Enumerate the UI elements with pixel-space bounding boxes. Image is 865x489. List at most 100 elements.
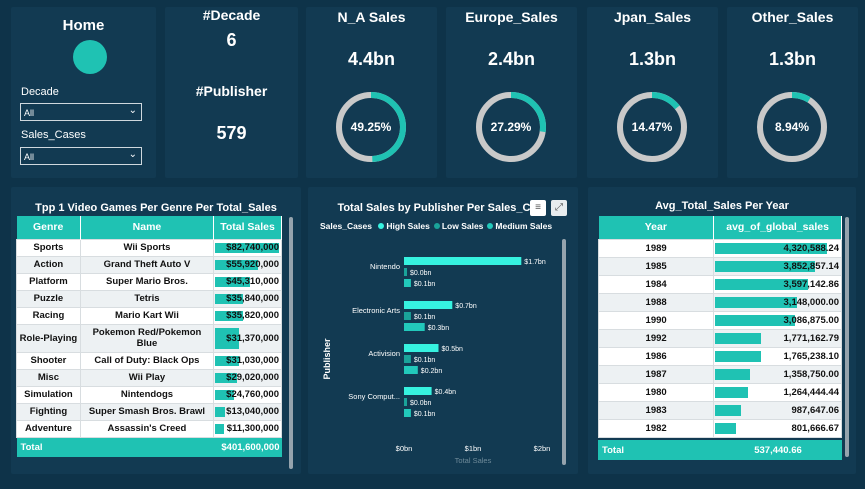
- decade-count-value: 6: [226, 30, 237, 50]
- vertical-scrollbar[interactable]: [562, 239, 566, 465]
- bar[interactable]: [404, 301, 453, 309]
- donut-percent-label: 49.25%: [351, 120, 392, 134]
- total-sales-value: $45,310,000: [226, 276, 279, 287]
- table-row[interactable]: Racing Mario Kart Wii $35,820,000: [16, 306, 282, 325]
- metric-title: Europe_Sales: [465, 9, 558, 25]
- metric-card: Jpan_Sales 1.3bn 14.47%: [587, 7, 718, 178]
- column-header-genre[interactable]: Genre: [16, 216, 81, 239]
- bar[interactable]: [404, 355, 411, 363]
- column-header-total-sales[interactable]: Total Sales: [213, 216, 282, 239]
- vertical-scrollbar[interactable]: [845, 217, 849, 457]
- table-row[interactable]: Action Grand Theft Auto V $55,920,000: [16, 255, 282, 274]
- table-row[interactable]: 1986 1,765,238.10: [598, 346, 842, 366]
- avg-sales-value: 3,852,857.14: [783, 260, 839, 272]
- column-header-name[interactable]: Name: [80, 216, 215, 239]
- category-label: Sony Comput...: [348, 392, 400, 401]
- decade-count-title: #Decade: [202, 7, 261, 23]
- avg-sales-cell: 801,666.67: [713, 418, 842, 438]
- year-cell: 1983: [598, 400, 715, 420]
- data-bar: [215, 406, 226, 417]
- avg-sales-cell: 3,852,857.14: [713, 256, 842, 276]
- table-row[interactable]: Sports Wii Sports $82,740,000: [16, 238, 282, 257]
- bar[interactable]: [404, 279, 411, 287]
- table-row[interactable]: 1984 3,597,142.86: [598, 274, 842, 294]
- year-cell: 1989: [598, 238, 715, 258]
- total-label: Total: [16, 437, 81, 457]
- x-tick-label: $0bn: [396, 444, 413, 453]
- chevron-down-icon: ⌄: [128, 149, 137, 160]
- avg-sales-cell: 3,597,142.86: [713, 274, 842, 294]
- home-button[interactable]: [73, 40, 107, 74]
- table-row[interactable]: Adventure Assassin's Creed $11,300,000: [16, 419, 282, 438]
- table-row[interactable]: 1990 3,086,875.00: [598, 310, 842, 330]
- bar[interactable]: [404, 323, 425, 331]
- genre-table: Genre Name Total Sales Sports Wii Sports…: [16, 216, 282, 457]
- bar[interactable]: [404, 257, 522, 265]
- table-row[interactable]: 1988 3,148,000.00: [598, 292, 842, 312]
- data-bar: [715, 314, 795, 326]
- avg-sales-value: 801,666.67: [791, 422, 839, 434]
- data-label: $0.0bn: [410, 400, 432, 407]
- table-row[interactable]: 1987 1,358,750.00: [598, 364, 842, 384]
- publisher-count-title: #Publisher: [195, 83, 268, 99]
- total-sales-value: $55,920,000: [226, 259, 279, 270]
- bar[interactable]: [404, 312, 411, 320]
- category-label: Activision: [368, 349, 400, 358]
- expand-icon[interactable]: ⤢: [551, 200, 567, 216]
- data-label: $0.7bn: [455, 303, 477, 310]
- counts-card: #Decade 6 #Publisher 579: [165, 7, 298, 178]
- year-table-viewport: Year avg_of_global_sales 1989 4,320,588.…: [598, 216, 842, 464]
- table-row[interactable]: 1985 3,852,857.14: [598, 256, 842, 276]
- bar[interactable]: [404, 387, 432, 395]
- table-row[interactable]: Fighting Super Smash Bros. Brawl $13,040…: [16, 402, 282, 421]
- metric-card: N_A Sales 4.4bn 49.25%: [306, 7, 437, 178]
- column-header-avg-global-sales[interactable]: avg_of_global_sales: [713, 216, 842, 239]
- name-cell: Mario Kart Wii: [79, 306, 215, 325]
- total-sales-cell: $11,300,000: [213, 419, 282, 438]
- metric-card: Other_Sales 1.3bn 8.94%: [727, 7, 858, 178]
- decade-dropdown[interactable]: All ⌄: [20, 103, 142, 121]
- filter-icon[interactable]: ≡: [530, 200, 546, 216]
- percent-donut: 27.29%: [476, 92, 546, 162]
- data-bar: [715, 386, 748, 398]
- avg-sales-cell: 3,086,875.00: [713, 310, 842, 330]
- genre-cell: Platform: [16, 272, 81, 291]
- table-row[interactable]: 1982 801,666.67: [598, 418, 842, 438]
- data-label: $0.0bn: [410, 270, 432, 277]
- table-row[interactable]: Puzzle Tetris $35,840,000: [16, 289, 282, 308]
- data-bar: [715, 368, 751, 380]
- x-axis-label: Total Sales: [455, 456, 492, 465]
- table-row[interactable]: Platform Super Mario Bros. $45,310,000: [16, 272, 282, 291]
- table-row[interactable]: Simulation Nintendogs $24,760,000: [16, 385, 282, 404]
- metric-value: 2.4bn: [487, 49, 535, 69]
- table-row[interactable]: Role-Playing Pokemon Red/Pokemon Blue $3…: [16, 323, 282, 353]
- total-sales-value: $11,300,000: [226, 423, 279, 434]
- bar[interactable]: [404, 409, 411, 417]
- bar[interactable]: [404, 268, 407, 276]
- table-row[interactable]: Shooter Call of Duty: Black Ops $31,030,…: [16, 351, 282, 370]
- avg-sales-cell: 1,765,238.10: [713, 346, 842, 366]
- sales-cases-dropdown[interactable]: All ⌄: [20, 147, 142, 165]
- table-row[interactable]: 1992 1,771,162.79: [598, 328, 842, 348]
- name-cell: Grand Theft Auto V: [79, 255, 215, 274]
- table-row[interactable]: 1983 987,647.06: [598, 400, 842, 420]
- category-label: Nintendo: [370, 262, 400, 271]
- genre-table-title: Tpp 1 Video Games Per Genre Per Total_Sa…: [35, 202, 277, 214]
- bar[interactable]: [404, 398, 407, 406]
- bar[interactable]: [404, 344, 439, 352]
- year-cell: 1992: [598, 328, 715, 348]
- home-title: Home: [62, 17, 105, 34]
- total-sales-value: $35,820,000: [226, 310, 279, 321]
- column-header-year[interactable]: Year: [598, 216, 715, 239]
- table-row[interactable]: 1980 1,264,444.44: [598, 382, 842, 402]
- bar[interactable]: [404, 366, 418, 374]
- table-row[interactable]: 1989 4,320,588.24: [598, 238, 842, 258]
- vertical-scrollbar[interactable]: [289, 217, 293, 469]
- year-cell: 1987: [598, 364, 715, 384]
- data-bar: [215, 423, 224, 434]
- table-row[interactable]: Misc Wii Play $29,020,000: [16, 368, 282, 387]
- metric-value: 1.3bn: [768, 49, 816, 69]
- publisher-chart-card: Total Sales by Publisher Per Sales_Ca ≡ …: [308, 187, 578, 474]
- avg-sales-value: 3,148,000.00: [783, 296, 839, 308]
- name-cell: Pokemon Red/Pokemon Blue: [79, 323, 215, 353]
